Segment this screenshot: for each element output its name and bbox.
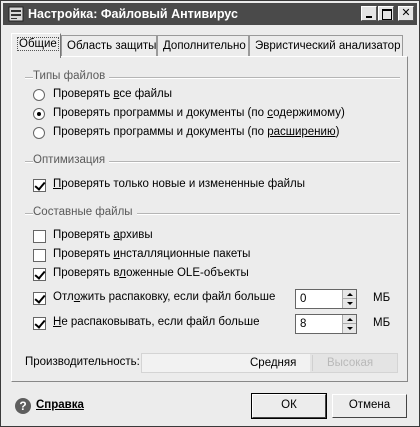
checkbox-ole-objects[interactable] (33, 268, 46, 281)
performance-level-current[interactable]: Средняя (250, 357, 296, 369)
optimization-heading: Оптимизация (33, 154, 110, 166)
radio-all-files-label[interactable]: Проверять все файлы (53, 88, 172, 100)
no-unpack-size-arrows (342, 315, 356, 333)
checkbox-archives-label[interactable]: Проверять архивы (53, 229, 153, 241)
tab-protection-scope[interactable]: Область защиты (61, 35, 157, 57)
close-button[interactable]: ✕ (398, 6, 414, 21)
checkbox-archives[interactable] (33, 230, 46, 243)
radio-by-extension-label[interactable]: Проверять программы и документы (по расш… (53, 126, 339, 138)
no-unpack-size-down-arrow-icon[interactable] (343, 324, 356, 333)
postpone-size-up-arrow-icon[interactable] (343, 290, 356, 299)
checkbox-new-changed-only-label[interactable]: Проверять только новые и измененные файл… (53, 178, 305, 190)
help-icon[interactable]: ? (15, 398, 31, 414)
title-bar[interactable]: Настройка: Файловый Антивирус ✕ (3, 3, 417, 25)
radio-all-files[interactable] (33, 89, 45, 101)
radio-by-extension[interactable] (33, 127, 45, 139)
tab-protection-scope-label: Область защиты (67, 40, 157, 52)
help-link[interactable]: Справка (36, 399, 84, 411)
compound-heading: Составные файлы (33, 206, 137, 218)
radio-by-content-label[interactable]: Проверять программы и документы (по соде… (53, 107, 345, 119)
postpone-size-stepper[interactable]: 0 (295, 289, 357, 309)
app-icon (8, 6, 24, 22)
no-unpack-size-unit: МБ (373, 317, 391, 329)
checkbox-install-packages[interactable] (33, 249, 46, 262)
tab-advanced[interactable]: Дополнительно (157, 35, 249, 57)
tab-advanced-label: Дополнительно (163, 40, 246, 52)
checkbox-postpone-unpack[interactable] (33, 292, 46, 305)
performance-divider (312, 355, 313, 371)
window-title: Настройка: Файловый Антивирус (28, 7, 238, 21)
postpone-size-down-arrow-icon[interactable] (343, 299, 356, 308)
postpone-size-unit: МБ (373, 292, 391, 304)
performance-level-next[interactable]: Высокая (327, 357, 373, 369)
checkbox-no-unpack[interactable] (33, 317, 46, 330)
file-types-heading: Типы файлов (33, 70, 110, 82)
performance-label: Производительность: (25, 356, 140, 368)
tab-heuristic-label: Эвристический анализатор (255, 40, 401, 52)
tab-general-label: Общие (17, 37, 59, 51)
ok-button[interactable]: ОК (251, 393, 327, 419)
checkbox-postpone-unpack-label[interactable]: Отложить распаковку, если файл больше (53, 291, 275, 303)
maximize-button[interactable] (378, 6, 394, 21)
checkbox-install-packages-label[interactable]: Проверять инсталляционные пакеты (53, 248, 250, 260)
tab-general[interactable]: Общие (11, 33, 61, 58)
checkbox-ole-objects-label[interactable]: Проверять вложенные OLE-объекты (53, 267, 249, 279)
performance-slider[interactable]: Средняя Высокая (141, 353, 398, 373)
settings-window: Настройка: Файловый Антивирус ✕ Общие Об… (0, 0, 420, 427)
minimize-button[interactable] (361, 6, 377, 21)
no-unpack-size-up-arrow-icon[interactable] (343, 315, 356, 324)
cancel-button[interactable]: Отмена (332, 394, 407, 418)
postpone-size-arrows (342, 290, 356, 308)
no-unpack-size-stepper[interactable]: 8 (295, 314, 357, 334)
radio-by-content[interactable] (33, 108, 45, 120)
postpone-size-value[interactable]: 0 (300, 293, 306, 305)
no-unpack-size-value[interactable]: 8 (300, 318, 306, 330)
tab-heuristic[interactable]: Эвристический анализатор (249, 35, 403, 57)
checkbox-no-unpack-label[interactable]: Не распаковывать, если файл больше (53, 316, 260, 328)
checkbox-new-changed-only[interactable] (33, 179, 46, 192)
